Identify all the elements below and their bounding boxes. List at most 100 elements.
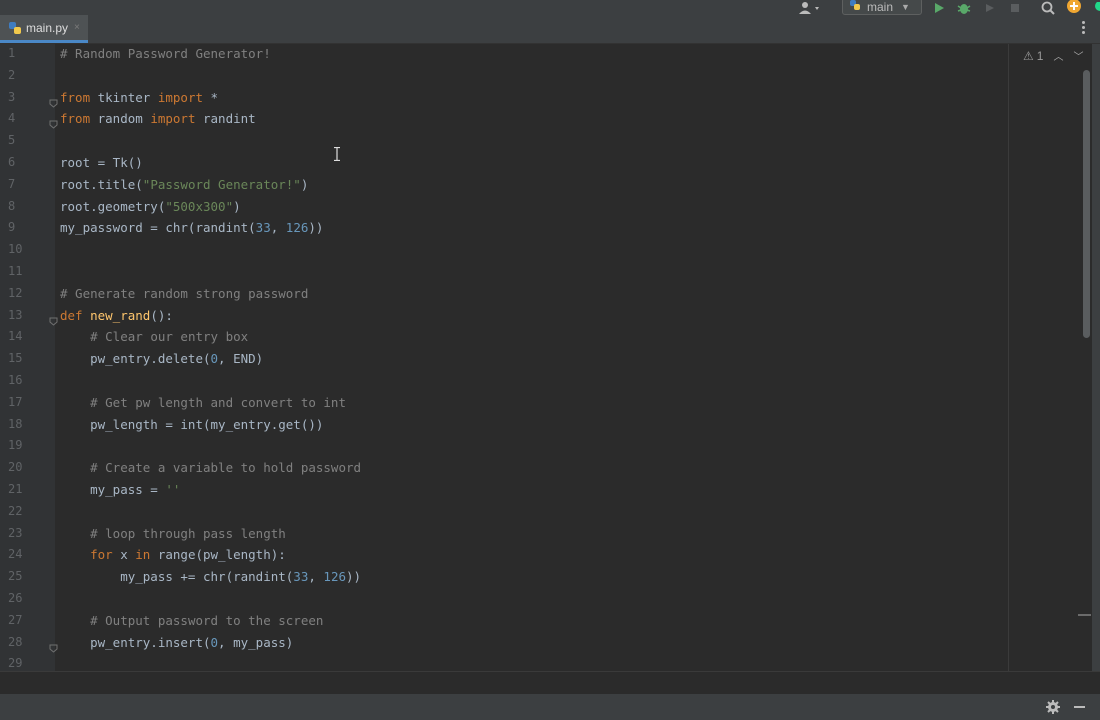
code-line[interactable]: 2	[0, 65, 1010, 87]
code-text: from tkinter import *	[60, 87, 218, 109]
code-line[interactable]: 16	[0, 370, 1010, 392]
more-options-icon[interactable]	[1082, 21, 1086, 36]
code-text: pw_entry.delete(0, END)	[60, 348, 263, 370]
code-token: range(pw_length):	[150, 547, 286, 563]
coverage-icon[interactable]	[983, 0, 997, 15]
fold-marker-icon[interactable]	[49, 638, 58, 653]
code-token: *	[203, 89, 219, 105]
run-icon[interactable]	[933, 0, 945, 15]
line-number: 29	[8, 656, 23, 671]
code-text: def new_rand():	[60, 305, 173, 327]
code-text: root = Tk()	[60, 152, 143, 174]
code-token: randint	[195, 111, 256, 127]
update-icon[interactable]	[1066, 0, 1082, 15]
debug-icon[interactable]	[957, 0, 971, 15]
code-line[interactable]: 20 # Create a variable to hold password	[0, 457, 1010, 479]
tab-label: main.py	[26, 20, 69, 35]
code-line[interactable]: 15 pw_entry.delete(0, END)	[0, 348, 1010, 370]
code-token: # loop through pass length	[90, 525, 286, 541]
code-line[interactable]: 4 from random import randint	[0, 108, 1010, 130]
code-token: new_rand	[90, 307, 151, 323]
code-token: ():	[150, 307, 173, 323]
fold-marker-icon[interactable]	[49, 93, 58, 108]
code-token: in	[135, 547, 151, 563]
line-number: 5	[8, 133, 16, 148]
code-line[interactable]: 19	[0, 435, 1010, 457]
close-icon[interactable]: ×	[74, 22, 80, 33]
tool-window-bar	[0, 694, 1100, 720]
line-number: 14	[8, 329, 23, 344]
code-token: root.geometry(	[60, 198, 166, 214]
code-line[interactable]: 11	[0, 261, 1010, 283]
gear-icon[interactable]	[1046, 700, 1060, 714]
code-token: ))	[308, 220, 324, 236]
warning-icon: ⚠	[1023, 48, 1034, 63]
code-line[interactable]: 26	[0, 588, 1010, 610]
code-token: x	[112, 547, 136, 563]
line-number: 10	[8, 242, 23, 257]
warning-count: 1	[1036, 48, 1044, 63]
code-text: root.geometry("500x300")	[60, 196, 241, 218]
minimize-icon[interactable]	[1074, 706, 1085, 708]
code-line[interactable]: 22	[0, 501, 1010, 523]
code-line[interactable]: 9 my_password = chr(randint(33, 126))	[0, 217, 1010, 239]
code-line[interactable]: 18 pw_length = int(my_entry.get())	[0, 414, 1010, 436]
code-line[interactable]: 21 my_pass = ''	[0, 479, 1010, 501]
code-token: import	[157, 89, 203, 105]
code-line[interactable]: 1 # Random Password Generator!	[0, 44, 1010, 65]
editor-tab-bar: main.py ×	[0, 15, 1100, 44]
code-line[interactable]: 13 def new_rand():	[0, 305, 1010, 327]
line-number: 11	[8, 264, 23, 278]
code-line[interactable]: 10	[0, 239, 1010, 261]
python-file-icon	[8, 21, 22, 35]
code-line[interactable]: 12 # Generate random strong password	[0, 283, 1010, 305]
code-text: for x in range(pw_length):	[60, 544, 286, 566]
line-number: 26	[8, 591, 23, 605]
code-text: # Generate random strong password	[60, 283, 308, 305]
run-configuration-select[interactable]: main ▼	[842, 0, 922, 15]
code-line[interactable]: 28 pw_entry.insert(0, my_pass)	[0, 632, 1010, 654]
code-token: 126	[285, 220, 309, 236]
python-icon	[849, 0, 861, 14]
code-line[interactable]: 23 # loop through pass length	[0, 523, 1010, 545]
previous-highlight-icon[interactable]: ︿	[1053, 48, 1063, 63]
fold-marker-icon[interactable]	[49, 114, 58, 130]
code-text: my_pass += chr(randint(33, 126))	[60, 566, 361, 588]
search-icon[interactable]	[1041, 0, 1055, 15]
code-line[interactable]: 5	[0, 130, 1010, 152]
user-icon[interactable]	[797, 0, 821, 15]
line-number: 4	[8, 111, 16, 126]
code-line[interactable]: 17 # Get pw length and convert to int	[0, 392, 1010, 414]
code-token: # Clear our entry box	[90, 329, 249, 345]
inspection-widget[interactable]: ⚠ 1 ︿ ﹀	[1023, 48, 1083, 64]
code-token: 0	[210, 351, 219, 367]
code-token: for	[90, 547, 113, 563]
fold-marker-icon[interactable]	[49, 311, 58, 326]
line-number: 27	[8, 612, 23, 627]
code-token: tkinter	[90, 89, 158, 105]
code-line[interactable]: 7 root.title("Password Generator!")	[0, 174, 1010, 196]
main-toolbar: main ▼	[0, 0, 1100, 15]
code-line[interactable]: 8 root.geometry("500x300")	[0, 196, 1010, 218]
code-editor[interactable]: 1 # Random Password Generator! 2 3 from tkin…	[0, 44, 1100, 671]
stop-icon[interactable]	[1009, 0, 1021, 15]
code-line[interactable]: 25 my_pass += chr(randint(33, 126))	[0, 566, 1010, 588]
code-text: my_password = chr(randint(33, 126))	[60, 217, 323, 239]
code-line[interactable]: 14 # Clear our entry box	[0, 326, 1010, 348]
text-cursor-icon	[333, 146, 341, 162]
code-text: from random import randint	[60, 108, 256, 130]
line-number: 23	[8, 525, 23, 540]
code-text: # Get pw length and convert to int	[60, 392, 346, 414]
code-token: from	[60, 89, 91, 105]
tab-main-py[interactable]: main.py ×	[0, 15, 88, 43]
scrollbar-thumb[interactable]	[1083, 70, 1090, 338]
code-line[interactable]: 24 for x in range(pw_length):	[0, 544, 1010, 566]
code-line[interactable]: 3 from tkinter import *	[0, 87, 1010, 109]
code-line[interactable]: 29	[0, 653, 1010, 671]
code-line[interactable]: 6 root = Tk()	[0, 152, 1010, 174]
code-line[interactable]: 27 # Output password to the screen	[0, 610, 1010, 632]
notifications-side-panel[interactable]	[1092, 44, 1100, 671]
